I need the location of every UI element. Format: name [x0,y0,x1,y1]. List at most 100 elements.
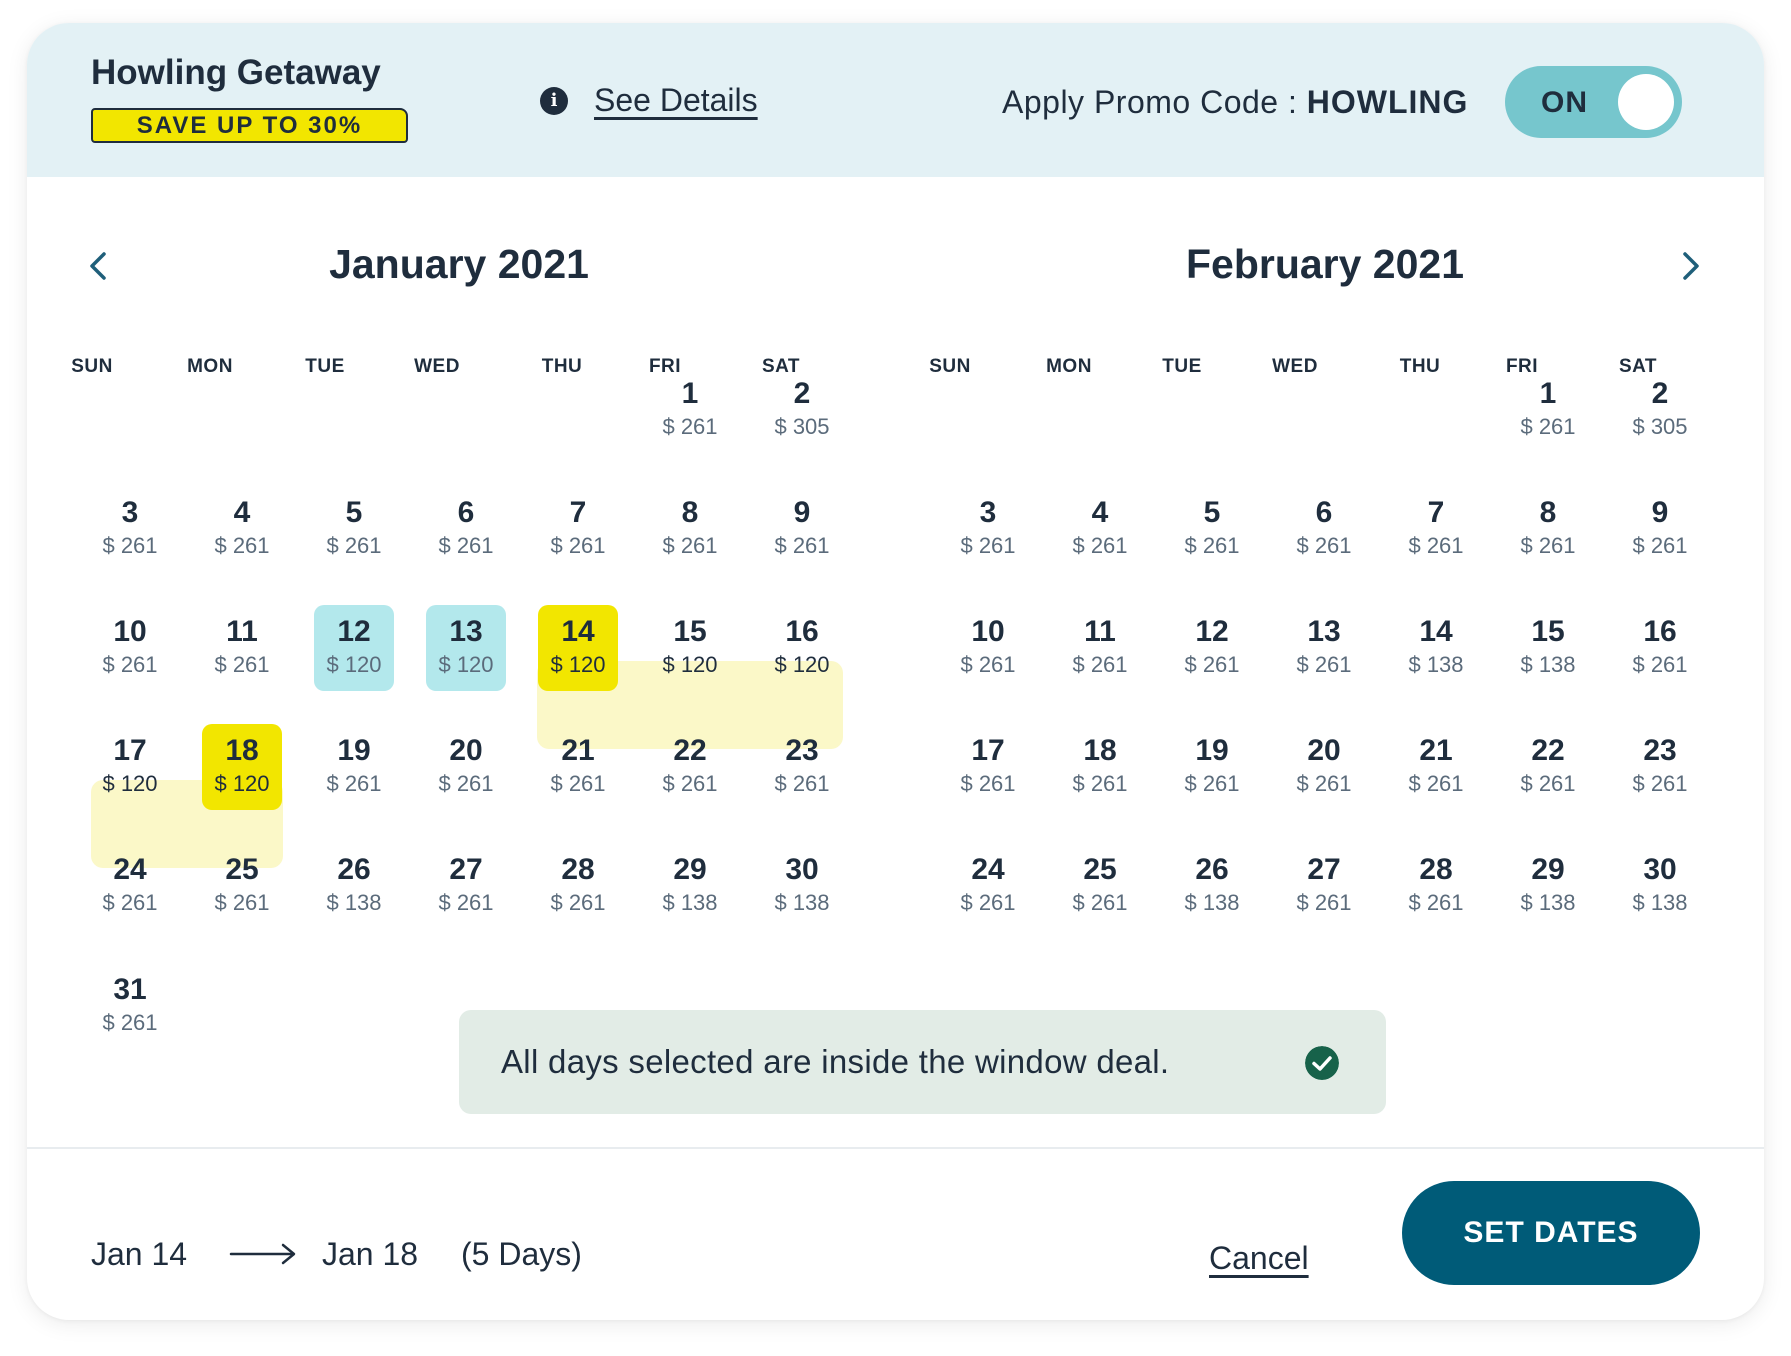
calendar-day[interactable]: 4 $ 261 [202,486,282,572]
calendar-day[interactable]: 12 $ 120 [314,605,394,691]
calendar-day[interactable]: 4 $ 261 [1060,486,1140,572]
calendar-day[interactable]: 9 $ 261 [762,486,842,572]
calendar-day[interactable]: 15 $ 120 [650,605,730,691]
calendar-day[interactable]: 19 $ 261 [1172,724,1252,810]
day-number: 7 [569,496,587,529]
calendar-day[interactable]: 10 $ 261 [948,605,1028,691]
calendar-day[interactable]: 14 $ 120 [538,605,618,691]
set-dates-button[interactable]: SET DATES [1402,1181,1700,1285]
calendar-day[interactable]: 8 $ 261 [650,486,730,572]
calendar-day[interactable]: 14 $ 138 [1396,605,1476,691]
calendar-day[interactable]: 16 $ 120 [762,605,842,691]
day-number: 19 [1195,734,1229,767]
date-picker-modal: Howling Getaway SAVE UP TO 30% i See Det… [27,23,1764,1320]
day-number: 20 [1307,734,1341,767]
day-number: 23 [785,734,819,767]
calendar-day[interactable]: 28 $ 261 [1396,843,1476,929]
calendar-day[interactable]: 29 $ 138 [1508,843,1588,929]
calendar-day[interactable]: 22 $ 261 [650,724,730,810]
calendar-day[interactable]: 3 $ 261 [90,486,170,572]
calendar-day[interactable]: 20 $ 261 [1284,724,1364,810]
info-icon[interactable]: i [540,87,568,115]
calendar-day[interactable]: 30 $ 138 [762,843,842,929]
calendar-day[interactable]: 21 $ 261 [1396,724,1476,810]
calendar-day[interactable]: 27 $ 261 [426,843,506,929]
day-price: $ 261 [438,771,494,796]
calendar-day[interactable]: 7 $ 261 [538,486,618,572]
day-price: $ 261 [1296,652,1352,677]
calendar-day[interactable]: 26 $ 138 [1172,843,1252,929]
calendar-day[interactable]: 7 $ 261 [1396,486,1476,572]
calendar-day[interactable]: 11 $ 261 [202,605,282,691]
day-price: $ 120 [214,771,270,796]
calendar-day[interactable]: 17 $ 261 [948,724,1028,810]
day-number: 22 [1531,734,1565,767]
month-title-february: February 2021 [1185,241,1465,287]
calendar-day[interactable]: 3 $ 261 [948,486,1028,572]
weekday-header-wed: WED [414,356,460,377]
calendar-day[interactable]: 9 $ 261 [1620,486,1700,572]
day-price: $ 261 [1408,533,1464,558]
calendar-day[interactable]: 17 $ 120 [90,724,170,810]
calendar-day[interactable]: 18 $ 261 [1060,724,1140,810]
calendar-day[interactable]: 29 $ 138 [650,843,730,929]
calendar-day[interactable]: 15 $ 138 [1508,605,1588,691]
calendar-day[interactable]: 25 $ 261 [202,843,282,929]
day-number: 16 [785,615,819,648]
calendar-day[interactable]: 5 $ 261 [1172,486,1252,572]
day-price: $ 261 [438,533,494,558]
day-price: $ 261 [1184,771,1240,796]
calendar-day[interactable]: 16 $ 261 [1620,605,1700,691]
day-number: 16 [1643,615,1677,648]
promo-code-prefix: Apply Promo Code : [1002,84,1307,120]
day-number: 3 [979,496,997,529]
calendar-day[interactable]: 8 $ 261 [1508,486,1588,572]
day-price: $ 261 [1632,533,1688,558]
calendar-day[interactable]: 1 $ 261 [650,367,730,453]
calendar-day[interactable]: 28 $ 261 [538,843,618,929]
calendar-day[interactable]: 13 $ 120 [426,605,506,691]
calendar-day[interactable]: 2 $ 305 [762,367,842,453]
day-number: 15 [673,615,707,648]
calendar-day[interactable]: 24 $ 261 [90,843,170,929]
calendar-day[interactable]: 22 $ 261 [1508,724,1588,810]
calendar-day[interactable]: 6 $ 261 [426,486,506,572]
calendar-day[interactable]: 1 $ 261 [1508,367,1588,453]
see-details-link[interactable]: See Details [594,82,758,119]
calendar-day[interactable]: 23 $ 261 [762,724,842,810]
calendar-day[interactable]: 2 $ 305 [1620,367,1700,453]
cancel-button[interactable]: Cancel [1209,1240,1309,1277]
calendar-day[interactable]: 31 $ 261 [90,963,170,1049]
calendar-day[interactable]: 10 $ 261 [90,605,170,691]
calendar-day[interactable]: 24 $ 261 [948,843,1028,929]
promo-toggle[interactable]: ON [1505,66,1682,138]
chevron-left-icon[interactable] [84,246,114,286]
day-price: $ 261 [326,771,382,796]
calendar-day[interactable]: 19 $ 261 [314,724,394,810]
day-price: $ 261 [662,414,718,439]
calendar-day[interactable]: 5 $ 261 [314,486,394,572]
calendar-day[interactable]: 6 $ 261 [1284,486,1364,572]
chevron-right-icon[interactable] [1675,246,1705,286]
calendar-day[interactable]: 21 $ 261 [538,724,618,810]
range-end-date: Jan 18 [322,1236,419,1272]
calendar-day[interactable]: 13 $ 261 [1284,605,1364,691]
range-day-count: (5 Days) [461,1236,582,1272]
calendar-day[interactable]: 12 $ 261 [1172,605,1252,691]
day-price: $ 261 [1520,533,1576,558]
calendar-day[interactable]: 18 $ 120 [202,724,282,810]
calendar-day[interactable]: 20 $ 261 [426,724,506,810]
calendar-day[interactable]: 25 $ 261 [1060,843,1140,929]
day-price: $ 261 [550,890,606,915]
day-number: 21 [1419,734,1453,767]
day-price: $ 261 [1072,771,1128,796]
calendar-day[interactable]: 26 $ 138 [314,843,394,929]
day-number: 24 [971,853,1005,886]
day-number: 18 [1083,734,1117,767]
calendar-day[interactable]: 30 $ 138 [1620,843,1700,929]
calendar-day[interactable]: 11 $ 261 [1060,605,1140,691]
day-number: 10 [971,615,1005,648]
day-number: 25 [225,853,259,886]
calendar-day[interactable]: 23 $ 261 [1620,724,1700,810]
calendar-day[interactable]: 27 $ 261 [1284,843,1364,929]
